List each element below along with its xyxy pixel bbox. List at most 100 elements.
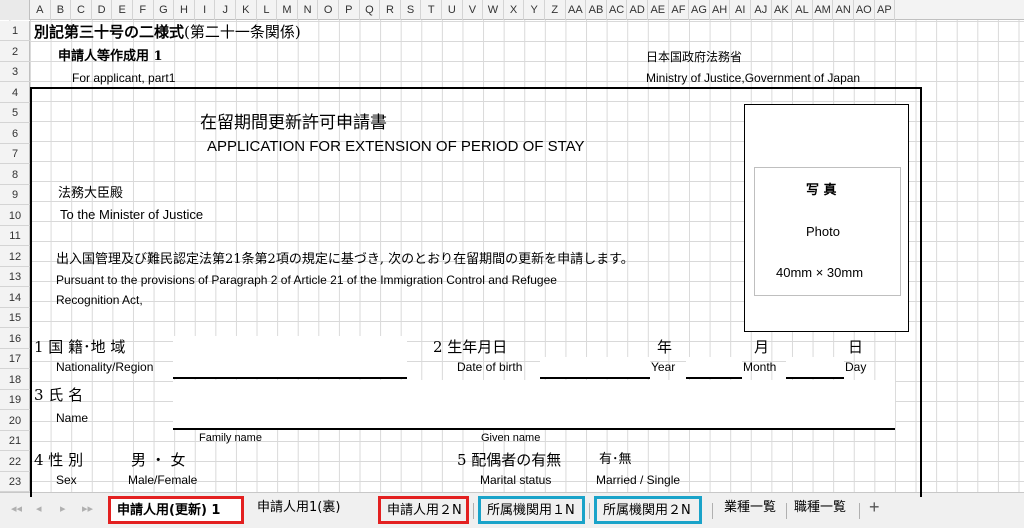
column-header-cell[interactable]: O [318, 0, 339, 20]
row-header-cell[interactable]: 5 [0, 103, 30, 123]
next-sheet-nav-icon[interactable]: ▸ [60, 502, 66, 515]
tab-industry-list[interactable]: 業種一覧 [718, 496, 784, 524]
column-header-cell[interactable]: AH [710, 0, 731, 20]
row-header-cell[interactable]: 8 [0, 165, 30, 185]
prev-sheet-nav-icon[interactable]: ◂ [36, 502, 42, 515]
column-header-cell[interactable]: L [257, 0, 278, 20]
dob-label-en: Date of birth [457, 360, 523, 374]
form-content: 別記第三十号の二様式(第二十一条関係) 申請人等作成用 1 For applic… [0, 0, 1024, 497]
ministry-jp: 日本国政府法務省 [646, 50, 743, 64]
column-header-cell[interactable]: U [442, 0, 463, 20]
marital-options-jp[interactable]: 有･無 [599, 450, 632, 470]
tab-applicant-renewal-1[interactable]: 申請人用(更新) 1 [108, 496, 244, 524]
column-header-cell[interactable]: AM [813, 0, 834, 20]
column-header-cell[interactable]: I [195, 0, 216, 20]
tab-applicant-2n[interactable]: 申請人用２N [378, 496, 469, 524]
sex-label-jp: 4 性 別 [34, 451, 84, 469]
column-header-cell[interactable]: N [298, 0, 319, 20]
row-header-cell[interactable]: 15 [0, 308, 30, 328]
column-header-cell[interactable]: R [380, 0, 401, 20]
year-label-jp: 年 [657, 338, 673, 356]
column-header-cell[interactable]: AL [792, 0, 813, 20]
column-header-cell[interactable]: AF [669, 0, 690, 20]
add-sheet-icon[interactable]: + [869, 497, 880, 518]
row-header-cell[interactable]: 13 [0, 267, 30, 287]
row-header-cell[interactable]: 16 [0, 329, 30, 349]
first-sheet-nav-icon[interactable]: ◂◂ [11, 502, 22, 515]
row-header-cell[interactable]: 17 [0, 349, 30, 369]
row-header-cell[interactable]: 7 [0, 144, 30, 164]
row-header-cell[interactable]: 14 [0, 288, 30, 308]
column-header-cell[interactable]: K [236, 0, 257, 20]
column-header-cell[interactable]: S [401, 0, 422, 20]
column-header-cell[interactable]: AI [730, 0, 751, 20]
column-header-cell[interactable]: AO [854, 0, 875, 20]
column-header-cell[interactable]: M [277, 0, 298, 20]
column-header-cell[interactable]: AC [607, 0, 628, 20]
column-header-cell[interactable]: V [463, 0, 484, 20]
column-header-cell[interactable]: Q [360, 0, 381, 20]
column-header-cell[interactable]: AJ [751, 0, 772, 20]
column-header-cell[interactable]: AD [627, 0, 648, 20]
row-header-cell[interactable]: 6 [0, 124, 30, 144]
tab-occupation-list[interactable]: 職種一覧 [788, 496, 854, 524]
row-header-cell[interactable]: 9 [0, 185, 30, 205]
column-header-cell[interactable]: AK [772, 0, 793, 20]
sex-label-en: Sex [56, 473, 77, 487]
column-header-cell[interactable]: X [504, 0, 525, 20]
column-header-cell[interactable]: AP [875, 0, 896, 20]
marital-label-en: Marital status [480, 473, 552, 487]
row-header-cell[interactable]: 23 [0, 472, 30, 492]
name-field[interactable] [173, 380, 895, 428]
column-header-cell[interactable]: C [71, 0, 92, 20]
column-header-cell[interactable]: Z [545, 0, 566, 20]
row-header-cell[interactable]: 21 [0, 431, 30, 451]
tab-organization-2n[interactable]: 所属機関用２N [594, 496, 702, 524]
column-header-cell[interactable]: E [112, 0, 133, 20]
row-header-cell[interactable]: 12 [0, 247, 30, 267]
column-header-cell[interactable]: AE [648, 0, 669, 20]
column-header-cell[interactable]: AG [689, 0, 710, 20]
column-header-cell[interactable]: Y [524, 0, 545, 20]
column-header-cell[interactable]: B [51, 0, 72, 20]
birth-day-field[interactable] [786, 357, 844, 377]
tab-separator [473, 503, 474, 519]
birth-year-field[interactable] [540, 357, 650, 377]
birth-day-underline [786, 377, 844, 379]
column-header-cell[interactable]: P [339, 0, 360, 20]
column-header-cell[interactable]: AN [833, 0, 854, 20]
birth-year-underline [540, 377, 650, 379]
name-label-jp: 3 氏 名 [34, 386, 84, 404]
tab-applicant-1-back[interactable]: 申請人用1(裏) [251, 496, 375, 524]
tab-organization-1n[interactable]: 所属機関用１N [478, 496, 585, 524]
row-header-cell[interactable]: 1 [0, 21, 30, 41]
column-header-cell[interactable]: T [421, 0, 442, 20]
column-header-cell[interactable]: AB [586, 0, 607, 20]
row-header-cell[interactable]: 22 [0, 452, 30, 472]
row-header-cell[interactable]: 4 [0, 83, 30, 103]
row-header-cell[interactable]: 19 [0, 390, 30, 410]
family-name-caption: Family name [199, 432, 262, 444]
form-title: 別記第三十号の二様式(第二十一条関係) [34, 23, 301, 41]
column-header-cell[interactable]: J [215, 0, 236, 20]
column-header-cell[interactable]: H [174, 0, 195, 20]
sheet-tab-bar: ◂◂ ◂ ▸ ▸▸ 申請人用(更新) 1 申請人用1(裏) 申請人用２N 所属機… [0, 492, 1024, 528]
birth-month-field[interactable] [686, 357, 742, 377]
row-header-cell[interactable]: 2 [0, 42, 30, 62]
row-header-cell[interactable]: 10 [0, 206, 30, 226]
sex-options-jp[interactable]: 男 ・ 女 [131, 450, 186, 470]
column-header-cell[interactable]: F [133, 0, 154, 20]
column-header-cell[interactable]: AA [566, 0, 587, 20]
column-header-cell[interactable]: G [154, 0, 175, 20]
row-header-cell[interactable]: 11 [0, 226, 30, 246]
row-header-cell[interactable]: 3 [0, 62, 30, 82]
nationality-field[interactable] [173, 336, 407, 378]
row-header-cell[interactable]: 18 [0, 370, 30, 390]
row-header-cell[interactable]: 20 [0, 411, 30, 431]
select-all-corner[interactable] [0, 0, 30, 20]
column-header-cell[interactable]: A [30, 0, 51, 20]
tab-separator [589, 503, 590, 519]
column-header-cell[interactable]: D [92, 0, 113, 20]
last-sheet-nav-icon[interactable]: ▸▸ [82, 502, 93, 515]
column-header-cell[interactable]: W [483, 0, 504, 20]
